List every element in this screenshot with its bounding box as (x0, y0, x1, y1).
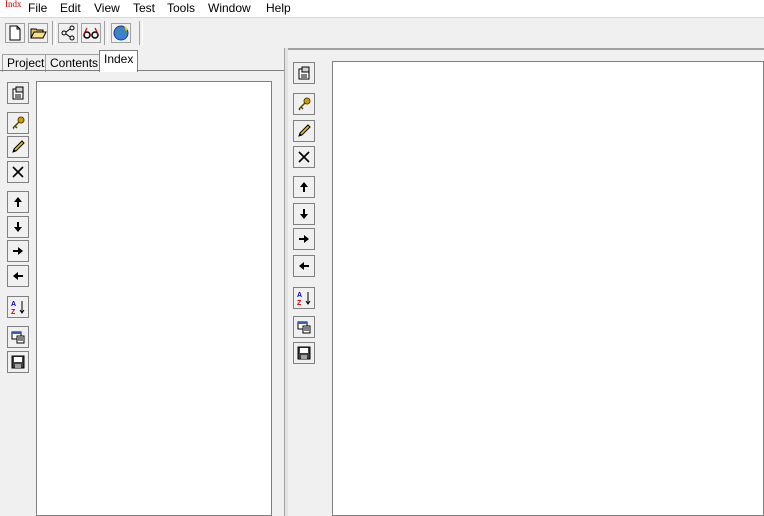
move-down-button-right[interactable] (293, 203, 315, 225)
move-right-icon (299, 235, 309, 243)
move-right-icon (13, 247, 23, 255)
delete-icon (12, 166, 24, 178)
move-left-button-right[interactable] (293, 255, 315, 277)
edit-button[interactable] (7, 136, 29, 158)
properties-button-right[interactable] (293, 62, 315, 84)
sort-az-icon: AZ (11, 301, 25, 315)
properties-button[interactable] (7, 82, 29, 104)
sort-az-icon: AZ (297, 292, 311, 306)
window-list-icon (297, 321, 311, 334)
svg-text:Z: Z (297, 300, 302, 306)
window-list-button-right[interactable] (293, 316, 315, 338)
key-button-right[interactable] (293, 93, 315, 115)
move-right-button-right[interactable] (293, 228, 315, 250)
left-pane: Project Contents Index AZ (0, 48, 284, 516)
sort-button[interactable]: AZ (7, 296, 29, 318)
toolbar-separator (104, 21, 108, 45)
move-left-icon (299, 262, 309, 270)
save-icon (11, 355, 25, 369)
menu-tools[interactable]: Tools (167, 1, 195, 15)
index-list-panel[interactable] (36, 81, 272, 516)
open-folder-icon (30, 28, 47, 39)
share-icon (61, 25, 75, 41)
save-button-right[interactable] (293, 342, 315, 364)
key-button[interactable] (7, 112, 29, 134)
index-detail-panel[interactable] (332, 61, 764, 516)
menu-bar: Indx File Edit View Test Tools Window He… (0, 0, 764, 17)
menu-window[interactable]: Window (208, 1, 251, 15)
app-logo-icon: Indx (5, 0, 22, 9)
move-left-button[interactable] (7, 265, 29, 287)
properties-icon (298, 66, 310, 80)
move-down-icon (300, 209, 308, 219)
globe-icon (113, 25, 129, 41)
share-button[interactable] (58, 23, 78, 43)
window-list-icon (11, 331, 25, 344)
pencil-icon (298, 124, 311, 137)
move-up-icon (14, 197, 22, 207)
move-down-button[interactable] (7, 216, 29, 238)
move-right-button[interactable] (7, 240, 29, 262)
tab-underline (0, 70, 284, 71)
window-list-button[interactable] (7, 326, 29, 348)
menu-view[interactable]: View (94, 1, 120, 15)
right-pane: AZ (288, 48, 764, 516)
properties-icon (12, 86, 24, 100)
move-up-button-right[interactable] (293, 176, 315, 198)
svg-text:A: A (11, 301, 16, 308)
toolbar (0, 17, 764, 49)
delete-icon (298, 151, 310, 163)
preview-button[interactable] (81, 23, 101, 43)
key-icon (12, 116, 25, 130)
move-up-icon (300, 182, 308, 192)
move-down-icon (14, 222, 22, 232)
delete-button[interactable] (7, 161, 29, 183)
menu-help[interactable]: Help (266, 1, 291, 15)
glasses-icon (83, 27, 99, 39)
new-document-icon (9, 25, 21, 41)
new-button[interactable] (5, 23, 25, 43)
web-button[interactable] (111, 23, 131, 43)
svg-text:A: A (297, 292, 302, 299)
save-icon (297, 346, 311, 360)
key-icon (298, 97, 311, 111)
menu-edit[interactable]: Edit (60, 1, 81, 15)
sort-button-right[interactable]: AZ (293, 287, 315, 309)
delete-button-right[interactable] (293, 146, 315, 168)
edit-button-right[interactable] (293, 120, 315, 142)
save-button[interactable] (7, 351, 29, 373)
move-up-button[interactable] (7, 191, 29, 213)
toolbar-separator (139, 21, 143, 45)
move-left-icon (13, 272, 23, 280)
toolbar-separator (52, 21, 56, 45)
pencil-icon (12, 140, 25, 153)
open-button[interactable] (28, 23, 48, 43)
menu-file[interactable]: File (28, 1, 47, 15)
menu-test[interactable]: Test (133, 1, 155, 15)
svg-text:Z: Z (11, 309, 16, 315)
tab-index[interactable]: Index (99, 50, 139, 72)
